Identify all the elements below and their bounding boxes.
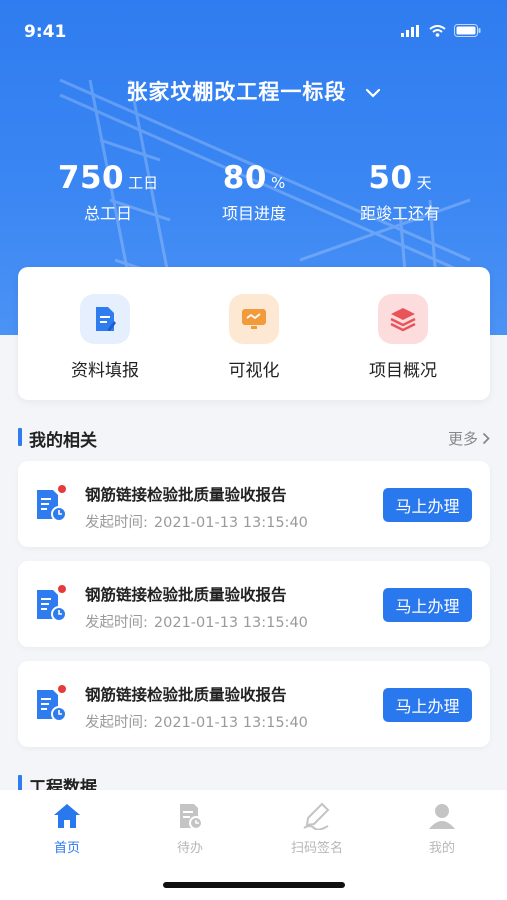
tab-scan-sign[interactable]: 扫码签名 (272, 802, 362, 856)
report-clock-icon (37, 685, 67, 722)
stat-unit: % (270, 174, 286, 192)
tab-label: 首页 (53, 841, 80, 856)
task-time: 发起时间: 2021-01-13 13:15:40 (85, 711, 308, 732)
task-time: 发起时间: 2021-01-13 13:15:40 (85, 611, 308, 632)
wifi-icon (429, 24, 446, 37)
section-my-related: 我的相关 更多 (18, 426, 490, 451)
project-title: 张家坟棚改工程一标段 (126, 80, 347, 104)
status-bar: 9:41 (0, 0, 507, 60)
tab-profile[interactable]: 我的 (397, 802, 487, 856)
task-title: 钢筋链接检验批质量验收报告 (85, 586, 287, 604)
task-time: 发起时间: 2021-01-13 13:15:40 (85, 511, 308, 532)
stat-label: 总工日 (83, 204, 132, 223)
task-card[interactable]: 钢筋链接检验批质量验收报告 发起时间: 2021-01-13 13:15:40 马… (18, 661, 490, 747)
profile-icon (429, 804, 455, 829)
stat-total-workdays: 750 工日 总工日 (28, 160, 188, 224)
chevron-down-icon (365, 88, 380, 98)
chevron-right-icon (482, 432, 490, 445)
stat-days-remaining: 50 天 距竣工还有 (320, 160, 480, 224)
stat-unit: 天 (416, 174, 432, 192)
more-label: 更多 (447, 430, 478, 448)
shortcut-visualization[interactable]: 可视化 (189, 294, 319, 381)
stat-label: 项目进度 (221, 204, 286, 223)
section-title: 我的相关 (29, 431, 97, 451)
home-indicator (163, 882, 345, 888)
stat-label: 距竣工还有 (359, 204, 440, 223)
handle-now-button[interactable]: 马上办理 (383, 488, 472, 522)
signature-icon (303, 802, 330, 831)
task-time-value: 2021-01-13 13:15:40 (153, 715, 308, 731)
stat-value: 80 (222, 160, 267, 196)
project-selector[interactable]: 张家坟棚改工程一标段 (0, 76, 507, 106)
layers-icon (378, 294, 428, 344)
task-time-label: 发起时间: (85, 715, 148, 731)
report-clock-icon (37, 585, 67, 622)
task-title: 钢筋链接检验批质量验收报告 (85, 686, 287, 704)
shortcut-label: 可视化 (228, 361, 280, 381)
tab-label: 待办 (176, 841, 203, 856)
report-clock-icon (37, 485, 67, 522)
section-accent-bar (18, 428, 22, 446)
tab-home[interactable]: 首页 (22, 802, 112, 856)
stat-unit: 工日 (128, 174, 159, 192)
home-icon (54, 804, 80, 828)
tab-todo[interactable]: 待办 (145, 802, 235, 856)
handle-now-button[interactable]: 马上办理 (383, 588, 472, 622)
monitor-icon (229, 294, 279, 344)
shortcut-label: 项目概况 (369, 361, 437, 381)
status-icons (401, 24, 481, 37)
stat-value: 750 (57, 160, 125, 196)
tab-label: 扫码签名 (290, 841, 343, 856)
task-time-value: 2021-01-13 13:15:40 (153, 615, 308, 631)
stat-value: 50 (368, 160, 413, 196)
stat-progress: 80% 项目进度 (174, 160, 334, 224)
todo-icon (180, 804, 203, 830)
shortcuts-card: 资料填报 可视化 项目概况 (18, 267, 490, 400)
battery-icon (454, 24, 481, 37)
document-edit-icon (80, 294, 130, 344)
more-link[interactable]: 更多 (448, 428, 490, 449)
handle-now-button[interactable]: 马上办理 (383, 688, 472, 722)
tab-label: 我的 (428, 841, 455, 856)
task-card[interactable]: 钢筋链接检验批质量验收报告 发起时间: 2021-01-13 13:15:40 马… (18, 561, 490, 647)
shortcut-project-overview[interactable]: 项目概况 (338, 294, 468, 381)
task-title: 钢筋链接检验批质量验收报告 (85, 486, 287, 504)
shortcut-data-entry[interactable]: 资料填报 (40, 294, 170, 381)
shortcut-label: 资料填报 (71, 361, 139, 381)
task-time-label: 发起时间: (85, 515, 148, 531)
task-time-label: 发起时间: (85, 615, 148, 631)
task-time-value: 2021-01-13 13:15:40 (153, 515, 308, 531)
status-time: 9:41 (24, 22, 67, 42)
task-card[interactable]: 钢筋链接检验批质量验收报告 发起时间: 2021-01-13 13:15:40 马… (18, 461, 490, 547)
cellular-signal-icon (401, 24, 419, 37)
